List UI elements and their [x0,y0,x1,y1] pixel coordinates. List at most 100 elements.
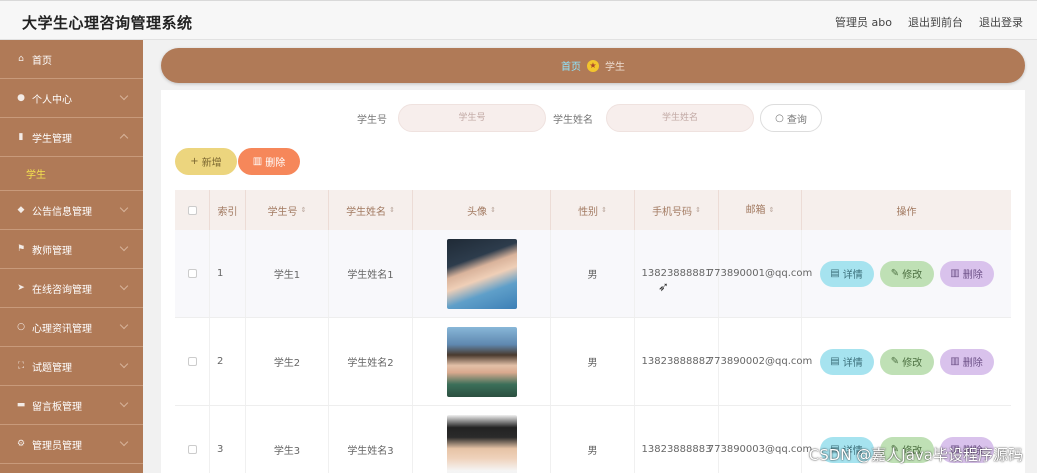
edit-button[interactable]: ✎ 修改 [879,260,934,287]
bell-icon: ◆ [17,205,25,215]
chevron-down-icon [119,398,129,408]
cell-index: 1 [210,230,246,317]
row-checkbox[interactable] [187,357,197,366]
briefcase-icon: ▬ [16,400,26,410]
header-actions: 操作 [896,206,917,218]
query-button[interactable]: ○ 查询 [760,104,822,132]
sort-icon[interactable]: ⇕ [301,206,307,214]
sort-icon[interactable]: ⇕ [695,206,701,214]
student-name-label: 学生姓名 [553,115,593,126]
sidebar-item-home[interactable]: ⌂ 首页 [0,40,143,79]
cell-gender: 男 [551,318,635,405]
sidebar-item-teacher-management[interactable]: ⚑ 教师管理 [0,230,143,269]
cell-email: 773890001@qq.com [708,230,812,317]
document-icon: ▤ [830,356,840,367]
chevron-down-icon [119,91,129,101]
student-no-input[interactable]: 学生号 [398,104,546,132]
cell-gender: 男 [551,406,635,473]
chevron-down-icon [119,320,129,330]
cell-student-no: 学生1 [246,230,329,317]
sidebar-subitem-student[interactable]: 学生 [0,157,143,191]
sort-icon[interactable]: ⇕ [490,206,496,214]
table-row: 2 学生2 学生姓名2 男 13823888882 773890002@qq.c… [175,318,1011,406]
student-name-input[interactable]: 学生姓名 [606,104,754,132]
delete-button[interactable]: ▥ 删除 [939,348,994,375]
detail-button[interactable]: ▤ 详情 [819,260,874,287]
sidebar-item-label: 学生管理 [32,133,72,145]
pencil-icon: ✎ [890,268,900,279]
chevron-down-icon [119,359,129,369]
search-bar: 学生号 学生号 学生姓名 学生姓名 ○ 查询 [161,104,1025,132]
sidebar-item-student-management[interactable]: ▮ 学生管理 [0,118,143,157]
cell-student-name: 学生姓名1 [329,230,413,317]
add-button[interactable]: + 新增 [175,148,237,175]
sort-icon[interactable]: ⇕ [769,203,775,218]
cell-avatar [413,406,551,473]
header-phone[interactable]: 手机号码 ⇕ [635,190,719,230]
cell-phone: 13823888883 [635,406,719,473]
table-header: 索引 学生号 ⇕ 学生姓名 ⇕ 头像 ⇕ 性别 ⇕ 手机号码 ⇕ 邮箱 ⇕ 操作 [175,190,1011,230]
row-checkbox[interactable] [187,445,197,454]
header-avatar[interactable]: 头像 ⇕ [413,190,551,230]
cell-index: 3 [210,406,246,473]
cell-student-name: 学生姓名2 [329,318,413,405]
cell-phone: 13823888882 [635,318,719,405]
sort-icon[interactable]: ⇕ [601,206,607,214]
header-student-name[interactable]: 学生姓名 ⇕ [329,190,413,230]
detail-button[interactable]: ▤ 详情 [819,348,874,375]
sidebar-item-psych-news-management[interactable]: ○ 心理资讯管理 [0,308,143,347]
circle-icon: ○ [17,322,25,332]
expand-icon: ⛶ [17,361,25,371]
cell-email: 773890003@qq.com [708,406,812,473]
search-icon: ○ [775,112,784,124]
trash-icon: ▥ [950,268,960,279]
header-index: 索引 [210,190,246,230]
exit-to-front-link[interactable]: 退出到前台 [908,14,963,30]
sidebar-item-admin-management[interactable]: ⚙ 管理员管理 [0,425,143,464]
header-actions: 管理员 abo 退出到前台 退出登录 [835,14,1023,30]
sidebar: ⌂ 首页 ● 个人中心 ▮ 学生管理 学生 ◆ 公告信息管理 ⚑ 教师管理 ➤ … [0,40,143,473]
sidebar-item-exam-management[interactable]: ⛶ 试题管理 [0,347,143,386]
app-title: 大学生心理咨询管理系统 [22,14,193,32]
table-row: 1 学生1 学生姓名1 男 13823888881 773890001@qq.c… [175,230,1011,318]
cell-index: 2 [210,318,246,405]
header-email[interactable]: 邮箱 ⇕ [719,190,802,230]
cell-actions: ▤ 详情 ✎ 修改 ▥ 删除 [802,230,1011,317]
header-label: 邮箱 [745,204,766,216]
sidebar-item-label: 公告信息管理 [32,206,92,218]
sort-icon[interactable]: ⇕ [389,206,395,214]
batch-delete-button[interactable]: ▥ 删除 [238,148,300,175]
header-label: 性别 [578,206,599,218]
header-gender[interactable]: 性别 ⇕ [551,190,635,230]
sidebar-item-message-board-management[interactable]: ▬ 留言板管理 [0,386,143,425]
avatar-image[interactable] [446,238,517,309]
detail-label: 详情 [842,270,863,281]
header-student-no[interactable]: 学生号 ⇕ [246,190,329,230]
pencil-icon: ✎ [890,356,900,367]
breadcrumb-home[interactable]: 首页 [561,58,581,73]
cell-phone: 13823888881 [635,230,719,317]
cell-email: 773890002@qq.com [708,318,812,405]
edit-button[interactable]: ✎ 修改 [879,348,934,375]
select-all-checkbox[interactable] [187,205,197,215]
delete-button[interactable]: ▥ 删除 [939,260,994,287]
select-all-checkbox-cell [175,190,210,230]
sidebar-item-personal-center[interactable]: ● 个人中心 [0,79,143,118]
avatar-image[interactable] [446,326,517,397]
chevron-down-icon [119,281,129,291]
query-button-label: 查询 [786,114,807,126]
add-button-label: 新增 [201,158,222,169]
sidebar-item-announcement-management[interactable]: ◆ 公告信息管理 [0,191,143,230]
admin-label: 管理员 abo [835,16,892,29]
breadcrumb-current: 学生 [605,62,625,73]
chevron-down-icon [119,203,129,213]
bar-chart-icon: ▮ [18,132,24,142]
row-checkbox[interactable] [187,269,197,278]
logout-link[interactable]: 退出登录 [979,14,1023,30]
flag-icon: ⚑ [16,244,26,254]
delete-button-label: 删除 [265,158,286,169]
row-checkbox-cell [175,318,210,405]
sidebar-item-online-consult-management[interactable]: ➤ 在线咨询管理 [0,269,143,308]
avatar-image[interactable] [446,414,517,473]
detail-label: 详情 [842,358,863,369]
